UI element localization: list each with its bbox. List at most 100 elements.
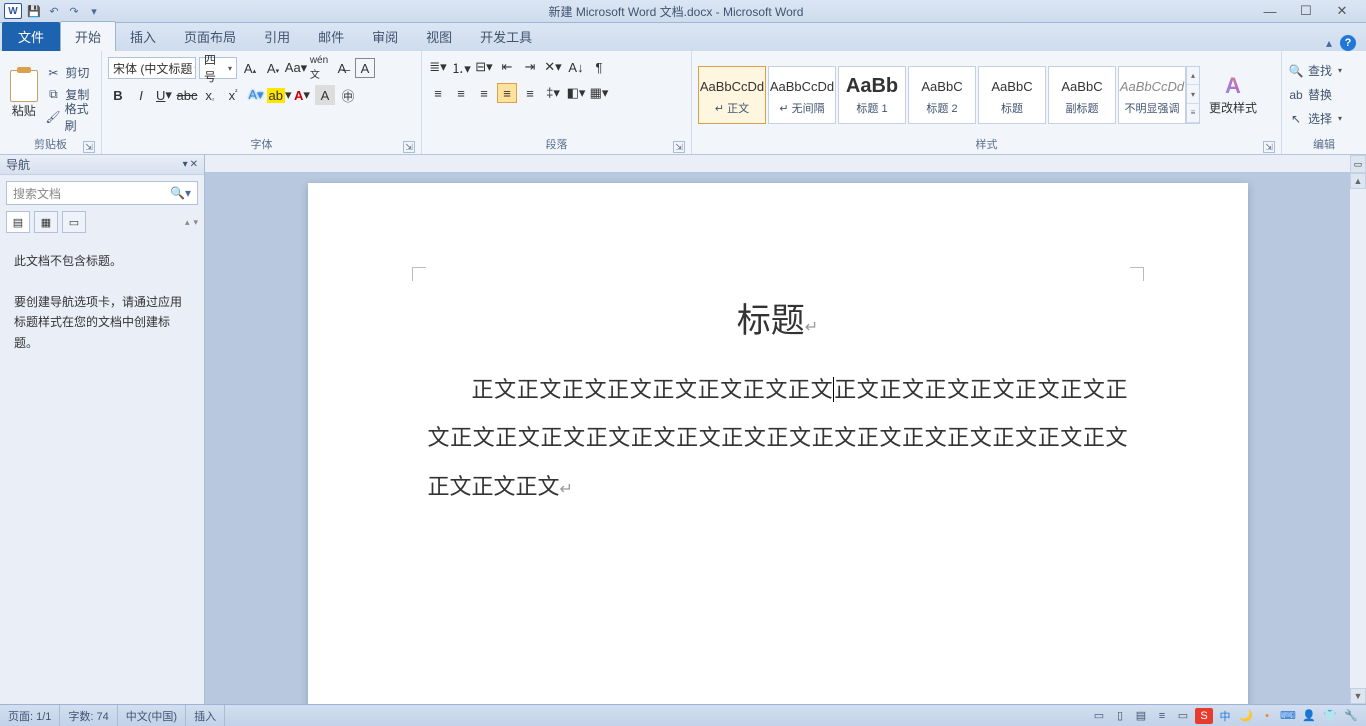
status-insert-mode[interactable]: 插入	[186, 705, 225, 726]
search-icon[interactable]: 🔍▾	[170, 186, 191, 200]
underline-button[interactable]: U▾	[154, 85, 174, 105]
ime-skin-icon[interactable]: 👕	[1321, 708, 1339, 724]
minimize-button[interactable]: —	[1260, 3, 1280, 19]
decrease-indent-icon[interactable]: ⇤	[497, 57, 517, 77]
document-body-text[interactable]: 正文正文正文正文正文正文正文正文正文正文正文正文正文正文正文正文正文正文正文正文…	[428, 366, 1128, 511]
enclose-characters-icon[interactable]: ㊥	[338, 85, 358, 105]
shading-icon[interactable]: ◧▾	[566, 83, 586, 103]
increase-indent-icon[interactable]: ⇥	[520, 57, 540, 77]
justify-icon[interactable]: ≡	[497, 83, 517, 103]
nav-tab-results[interactable]: ▭	[62, 211, 86, 233]
page[interactable]: 标题↵ 正文正文正文正文正文正文正文正文正文正文正文正文正文正文正文正文正文正文…	[308, 183, 1248, 704]
tab-view[interactable]: 视图	[412, 22, 466, 51]
view-draft-icon[interactable]: ▭	[1174, 708, 1192, 724]
shrink-font-icon[interactable]: A▾	[263, 58, 283, 78]
styles-launcher-icon[interactable]: ⇲	[1263, 141, 1275, 153]
cut-button[interactable]: ✂剪切	[45, 62, 95, 84]
status-language[interactable]: 中文(中国)	[118, 705, 186, 726]
minimize-ribbon-icon[interactable]: ▴	[1326, 36, 1332, 50]
tab-review[interactable]: 审阅	[358, 22, 412, 51]
line-spacing-icon[interactable]: ‡▾	[543, 83, 563, 103]
style-card[interactable]: AaBb标题 1	[838, 66, 906, 124]
style-card[interactable]: AaBbC副标题	[1048, 66, 1116, 124]
tab-mailings[interactable]: 邮件	[304, 22, 358, 51]
status-page[interactable]: 页面: 1/1	[0, 705, 60, 726]
bullets-icon[interactable]: ≣▾	[428, 57, 448, 77]
word-app-icon[interactable]: W	[4, 3, 22, 19]
style-card[interactable]: AaBbCcDd不明显强调	[1118, 66, 1186, 124]
ime-sogou-icon[interactable]: S	[1195, 708, 1213, 724]
italic-button[interactable]: I	[131, 85, 151, 105]
character-border-icon[interactable]: A	[355, 58, 375, 78]
scroll-up-icon[interactable]: ▲	[1350, 173, 1366, 189]
ime-tool1-icon[interactable]: •	[1258, 708, 1276, 724]
tab-developer[interactable]: 开发工具	[466, 22, 546, 51]
nav-close-icon[interactable]: ✕	[190, 159, 198, 170]
scroll-track[interactable]	[1350, 189, 1366, 688]
grow-font-icon[interactable]: A▴	[240, 58, 260, 78]
align-center-icon[interactable]: ≡	[451, 83, 471, 103]
sort-icon[interactable]: A↓	[566, 57, 586, 77]
tab-home[interactable]: 开始	[60, 21, 116, 51]
strikethrough-button[interactable]: abc	[177, 85, 197, 105]
replace-button[interactable]: ab替换	[1288, 84, 1342, 106]
font-launcher-icon[interactable]: ⇲	[403, 141, 415, 153]
character-shading-icon[interactable]: A	[315, 85, 335, 105]
clipboard-launcher-icon[interactable]: ⇲	[83, 141, 95, 153]
distributed-icon[interactable]: ≡	[520, 83, 540, 103]
vertical-scrollbar[interactable]: ▲ ▼	[1350, 173, 1366, 704]
undo-icon[interactable]: ↶	[46, 3, 62, 19]
ime-moon-icon[interactable]: 🌙	[1237, 708, 1255, 724]
tab-insert[interactable]: 插入	[116, 22, 170, 51]
borders-icon[interactable]: ▦▾	[589, 83, 609, 103]
horizontal-ruler[interactable]	[205, 155, 1350, 173]
format-painter-button[interactable]: 🖌格式刷	[45, 106, 95, 128]
view-web-icon[interactable]: ▤	[1132, 708, 1150, 724]
scroll-down-icon[interactable]: ▼	[1350, 688, 1366, 704]
maximize-button[interactable]: ☐	[1296, 3, 1316, 19]
superscript-button[interactable]: x²	[223, 85, 243, 105]
numbering-icon[interactable]: ⒈▾	[451, 57, 471, 77]
nav-search-input[interactable]: 搜索文档 🔍▾	[6, 181, 198, 205]
redo-icon[interactable]: ↷	[66, 3, 82, 19]
close-button[interactable]: ✕	[1332, 3, 1352, 19]
view-outline-icon[interactable]: ≡	[1153, 708, 1171, 724]
font-name-combo[interactable]: 宋体 (中文标题▾	[108, 57, 196, 79]
phonetic-guide-icon[interactable]: wén文	[309, 58, 329, 78]
asian-layout-icon[interactable]: ✕▾	[543, 57, 563, 77]
style-gallery-scroll[interactable]: ▴▾≡	[1186, 66, 1200, 124]
qat-dropdown-icon[interactable]: ▾	[86, 3, 102, 19]
subscript-button[interactable]: x₂	[200, 85, 220, 105]
nav-dropdown-icon[interactable]: ▾	[183, 159, 188, 170]
help-icon[interactable]: ?	[1340, 35, 1356, 51]
select-button[interactable]: ↖选择▾	[1288, 108, 1342, 130]
align-right-icon[interactable]: ≡	[474, 83, 494, 103]
tab-file[interactable]: 文件	[2, 22, 60, 51]
tab-references[interactable]: 引用	[250, 22, 304, 51]
font-size-combo[interactable]: 四号▾	[199, 57, 237, 79]
show-marks-icon[interactable]: ¶	[589, 57, 609, 77]
status-word-count[interactable]: 字数: 74	[60, 705, 117, 726]
ime-keyboard-icon[interactable]: ⌨	[1279, 708, 1297, 724]
ime-lang-icon[interactable]: 中	[1216, 708, 1234, 724]
style-card[interactable]: AaBbC标题 2	[908, 66, 976, 124]
nav-prev-icon[interactable]: ▴	[185, 217, 190, 228]
ime-wrench-icon[interactable]: 🔧	[1342, 708, 1360, 724]
style-card[interactable]: AaBbC标题	[978, 66, 1046, 124]
font-color-icon[interactable]: A▾	[292, 85, 312, 105]
style-card[interactable]: AaBbCcDd↵ 无间隔	[768, 66, 836, 124]
document-title-text[interactable]: 标题↵	[428, 293, 1128, 342]
multilevel-list-icon[interactable]: ⊟▾	[474, 57, 494, 77]
toggle-ruler-icon[interactable]: ▭	[1350, 155, 1366, 173]
align-left-icon[interactable]: ≡	[428, 83, 448, 103]
nav-next-icon[interactable]: ▾	[193, 217, 198, 228]
change-case-icon[interactable]: Aa▾	[286, 58, 306, 78]
nav-tab-headings[interactable]: ▤	[6, 211, 30, 233]
change-styles-button[interactable]: A 更改样式	[1208, 73, 1258, 116]
text-effects-icon[interactable]: A▾	[246, 85, 266, 105]
tab-layout[interactable]: 页面布局	[170, 22, 250, 51]
paragraph-launcher-icon[interactable]: ⇲	[673, 141, 685, 153]
clear-formatting-icon[interactable]: A̶	[332, 58, 352, 78]
page-viewport[interactable]: 标题↵ 正文正文正文正文正文正文正文正文正文正文正文正文正文正文正文正文正文正文…	[205, 173, 1350, 704]
style-card[interactable]: AaBbCcDd↵ 正文	[698, 66, 766, 124]
